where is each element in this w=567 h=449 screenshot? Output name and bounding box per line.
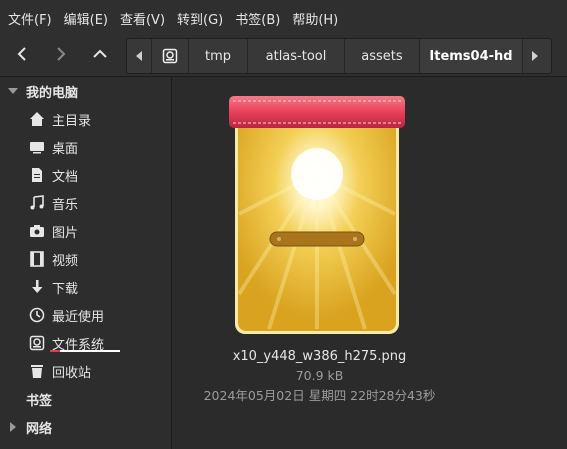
filesystem-underline (50, 350, 120, 352)
clock-icon (28, 306, 46, 324)
sidebar-item-recent[interactable]: 最近使用 (28, 301, 104, 329)
document-icon (28, 166, 46, 184)
music-icon (28, 194, 46, 212)
sidebar-item-documents[interactable]: 文档 (28, 161, 78, 189)
filesystem-underline-accent (50, 350, 60, 352)
sidebar-item-music[interactable]: 音乐 (28, 189, 78, 217)
chevron-up-icon (93, 49, 107, 58)
file-date: 2024年05月02日 星期四 22时28分43秒 (203, 388, 436, 403)
menu-help[interactable]: 帮助(H) (292, 9, 338, 28)
sidebar-header-network: 网络 (26, 421, 53, 437)
camera-icon (28, 222, 46, 240)
sidebar-section-bookmarks[interactable]: 书签 (26, 385, 52, 413)
sidebar-section-network[interactable]: 网络 (8, 413, 52, 441)
file-size: 70.9 kB (295, 368, 344, 383)
path-segment-current[interactable]: Items04-hd (420, 39, 523, 73)
desktop-icon (28, 138, 46, 156)
file-view: x10_y448_w386_h275.png 70.9 kB 2024年05月0… (172, 77, 567, 449)
path-root-button[interactable] (152, 39, 189, 73)
menu-view[interactable]: 查看(V) (120, 9, 165, 28)
menubar: 文件(F) 编辑(E) 查看(V) 转到(G) 书签(B) 帮助(H) (0, 0, 567, 36)
path-segment-assets[interactable]: assets (345, 39, 420, 73)
sidebar-item-pictures[interactable]: 图片 (28, 217, 78, 245)
chevron-right-icon (57, 47, 66, 61)
sidebar: 我的电脑 主目录 桌面 文档 音乐 图片 视频 下载 最近使用 文件系统 回收站 (0, 77, 172, 449)
chevron-left-icon (17, 47, 26, 61)
up-button[interactable] (83, 36, 117, 72)
menu-bookmarks[interactable]: 书签(B) (235, 9, 280, 28)
menu-go[interactable]: 转到(G) (177, 9, 223, 28)
sidebar-item-label: 图片 (52, 225, 79, 241)
path-segment-tmp[interactable]: tmp (189, 39, 248, 73)
forward-button[interactable] (44, 36, 78, 72)
trash-icon (28, 362, 46, 380)
pathbar: tmp atlas-tool assets Items04-hd (126, 38, 552, 74)
sidebar-item-label: 回收站 (52, 365, 92, 381)
film-icon (28, 250, 46, 268)
path-segment-atlas-tool[interactable]: atlas-tool (248, 39, 345, 73)
menu-edit[interactable]: 编辑(E) (64, 9, 108, 28)
sidebar-item-filesystem[interactable]: 文件系统 (28, 329, 104, 357)
sidebar-item-label: 主目录 (52, 113, 92, 129)
path-scroll-right[interactable] (523, 39, 547, 73)
sidebar-item-desktop[interactable]: 桌面 (28, 133, 78, 161)
sidebar-item-label: 视频 (52, 253, 79, 269)
triangle-right-icon (532, 51, 538, 61)
expand-arrow-icon (8, 88, 18, 94)
sidebar-item-videos[interactable]: 视频 (28, 245, 78, 273)
sidebar-item-trash[interactable]: 回收站 (28, 357, 91, 385)
collapsed-arrow-icon (10, 422, 16, 432)
drive-icon (28, 334, 46, 352)
sidebar-item-label: 文档 (52, 169, 79, 185)
triangle-left-icon (136, 51, 142, 61)
sidebar-header-computer: 我的电脑 (26, 85, 79, 101)
sidebar-item-label: 最近使用 (52, 309, 105, 325)
file-name: x10_y448_w386_h275.png (232, 349, 407, 364)
drive-icon (162, 48, 178, 64)
sidebar-header-bookmarks: 书签 (26, 393, 53, 409)
back-button[interactable] (5, 36, 39, 72)
sidebar-item-label: 音乐 (52, 197, 79, 213)
toolbar: tmp atlas-tool assets Items04-hd (0, 36, 567, 77)
download-icon (28, 278, 46, 296)
sidebar-item-downloads[interactable]: 下载 (28, 273, 78, 301)
file-item[interactable]: x10_y448_w386_h275.png 70.9 kB 2024年05月0… (172, 77, 567, 407)
menu-file[interactable]: 文件(F) (8, 9, 52, 28)
path-scroll-left[interactable] (127, 39, 152, 73)
sidebar-item-label: 下载 (52, 281, 79, 297)
file-thumbnail (229, 96, 405, 334)
sidebar-item-label: 桌面 (52, 141, 79, 157)
sidebar-item-home[interactable]: 主目录 (28, 105, 91, 133)
home-icon (28, 110, 46, 128)
sidebar-section-computer[interactable]: 我的电脑 (8, 77, 78, 105)
